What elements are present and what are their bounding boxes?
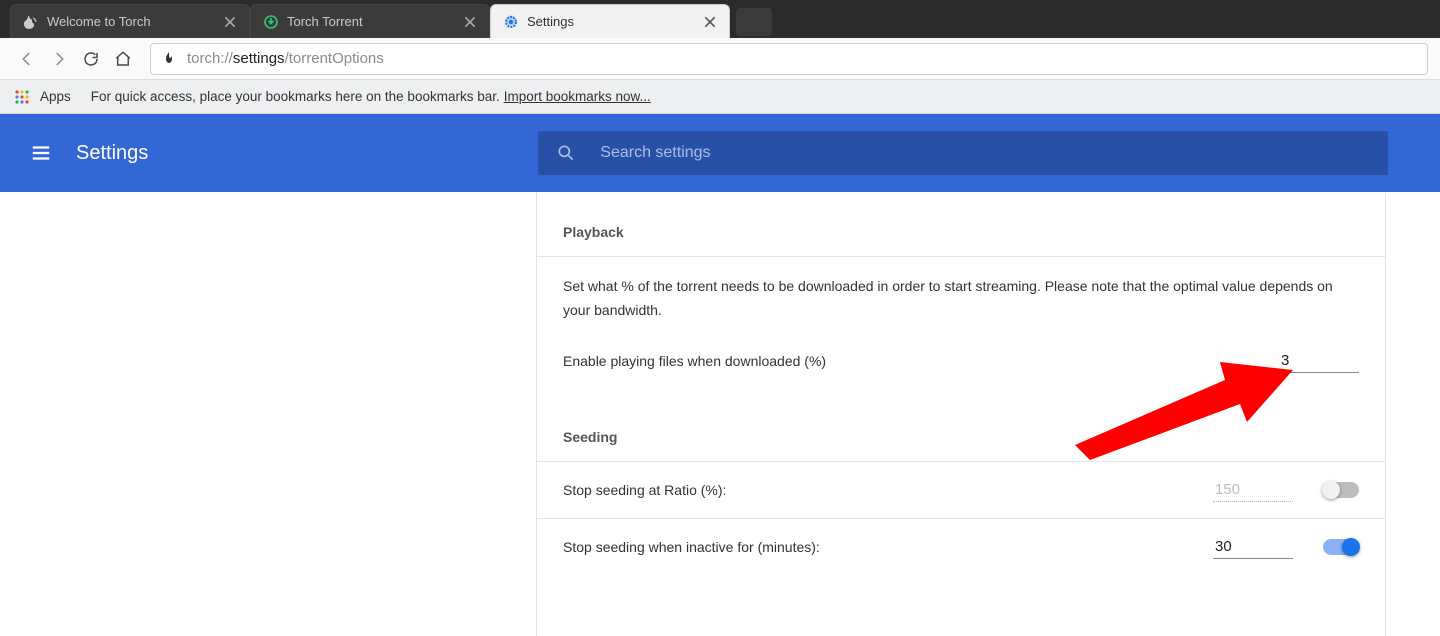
playback-percent-row: Enable playing files when downloaded (%) [537,333,1385,389]
tab-settings[interactable]: Settings [490,4,730,38]
tab-title: Torch Torrent [287,14,453,29]
seeding-inactive-label: Stop seeding when inactive for (minutes)… [563,539,820,555]
apps-grid-icon[interactable] [14,89,30,105]
seeding-inactive-toggle[interactable] [1323,539,1359,555]
section-title-playback: Playback [537,192,1385,256]
close-icon[interactable] [223,15,237,29]
download-circle-icon [263,14,279,30]
seeding-ratio-row: Stop seeding at Ratio (%): [537,462,1385,518]
reload-button[interactable] [76,44,106,74]
bookmarks-bar: Apps For quick access, place your bookma… [0,80,1440,114]
settings-header: Settings [0,114,1440,192]
new-tab-button[interactable] [736,8,772,36]
apps-label[interactable]: Apps [40,89,71,104]
address-bar[interactable]: torch://settings/torrentOptions [150,43,1428,75]
tab-welcome[interactable]: Welcome to Torch [10,4,250,38]
playback-percent-input[interactable] [1279,349,1359,373]
home-button[interactable] [108,44,138,74]
playback-percent-label: Enable playing files when downloaded (%) [563,353,826,369]
import-bookmarks-link[interactable]: Import bookmarks now... [504,89,651,104]
back-button[interactable] [12,44,42,74]
tab-torrent[interactable]: Torch Torrent [250,4,490,38]
gear-icon [503,14,519,30]
seeding-inactive-input[interactable] [1213,535,1293,559]
forward-button[interactable] [44,44,74,74]
close-icon[interactable] [463,15,477,29]
search-icon [556,143,576,163]
seeding-inactive-row: Stop seeding when inactive for (minutes)… [537,518,1385,575]
search-settings-box[interactable] [538,131,1388,175]
seeding-ratio-toggle[interactable] [1323,482,1359,498]
nav-toolbar: torch://settings/torrentOptions [0,38,1440,80]
seeding-ratio-label: Stop seeding at Ratio (%): [563,482,726,498]
tab-strip: Welcome to Torch Torch Torrent Settings [0,0,1440,38]
playback-description: Set what % of the torrent needs to be do… [537,257,1385,333]
content-area: Playback Set what % of the torrent needs… [0,192,1440,636]
tab-title: Settings [527,14,693,29]
torch-icon [161,51,177,67]
torch-flame-icon [23,14,39,30]
seeding-ratio-input [1213,478,1293,502]
page-title: Settings [76,142,148,165]
section-title-seeding: Seeding [537,389,1385,461]
bookmarks-hint: For quick access, place your bookmarks h… [91,89,500,104]
tab-title: Welcome to Torch [47,14,213,29]
url-text: torch://settings/torrentOptions [187,50,384,67]
search-settings-input[interactable] [600,144,1370,162]
close-icon[interactable] [703,15,717,29]
hamburger-menu-icon[interactable] [30,142,52,164]
settings-panel: Playback Set what % of the torrent needs… [536,192,1386,636]
